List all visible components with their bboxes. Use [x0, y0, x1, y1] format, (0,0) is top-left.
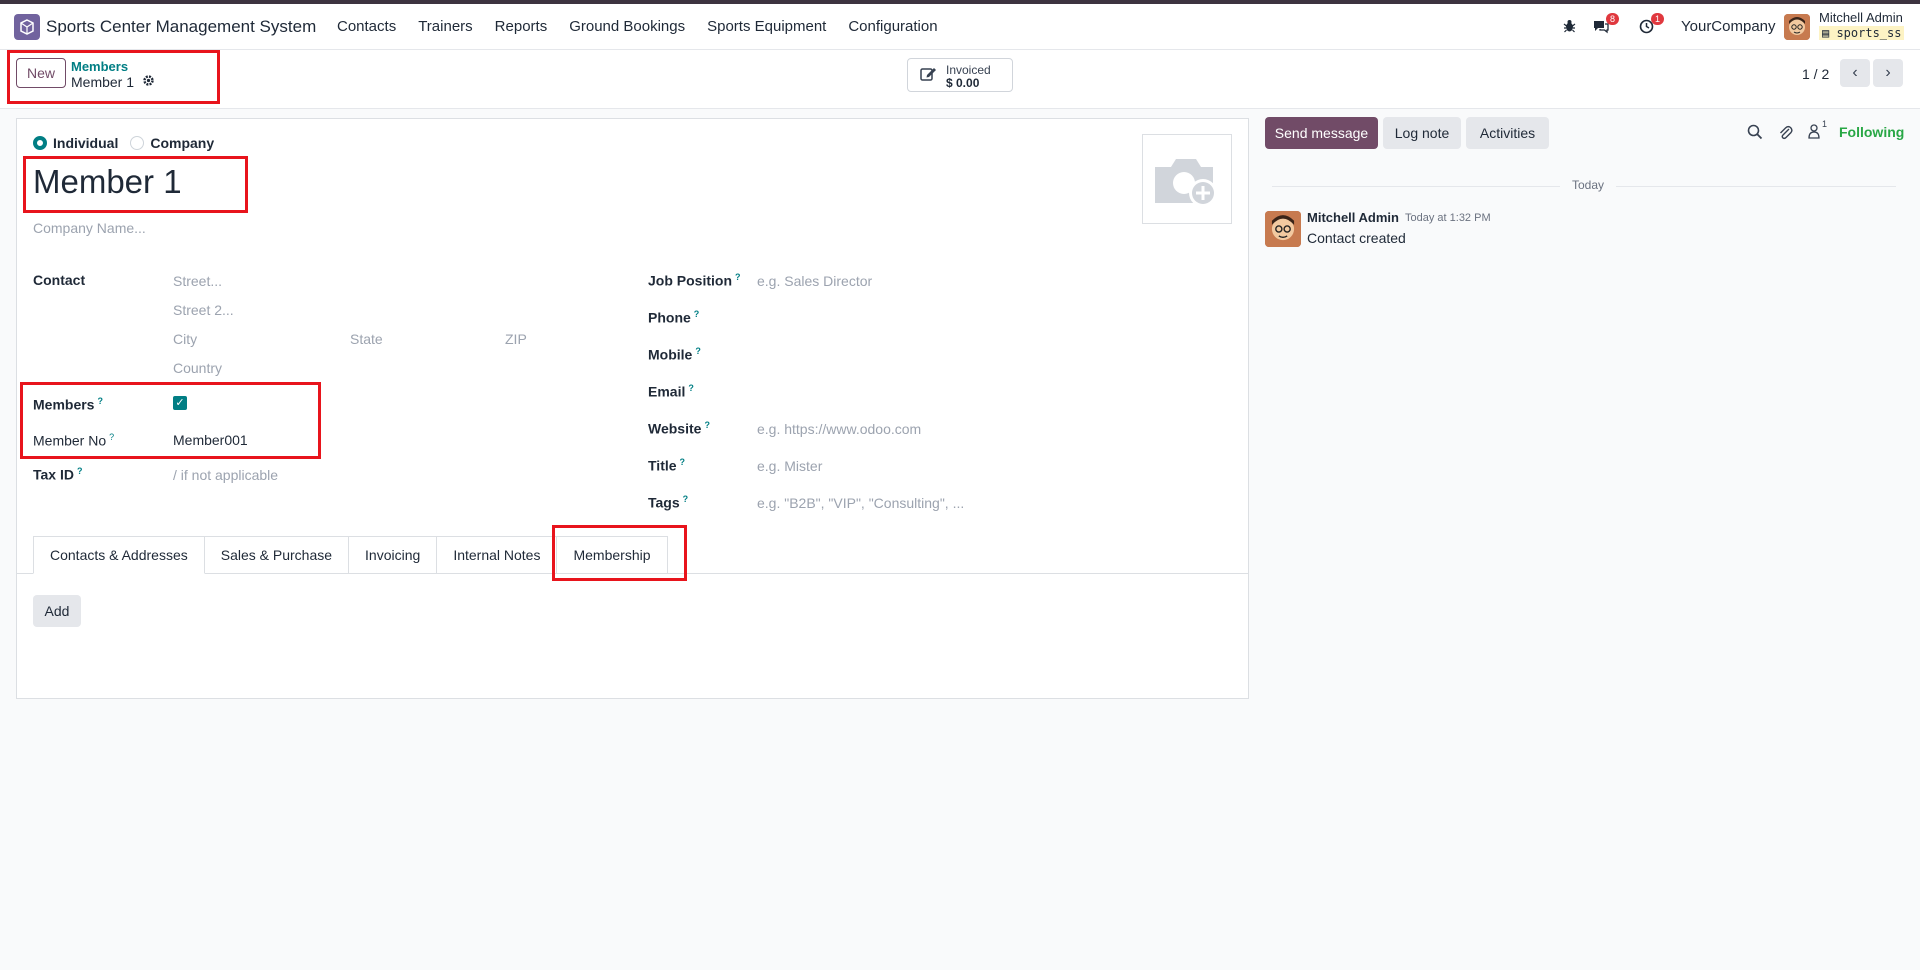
messages-icon[interactable]: 8	[1592, 13, 1620, 37]
country-select[interactable]: Country	[173, 360, 222, 376]
company-switcher[interactable]: YourCompany	[1681, 18, 1776, 35]
database-label: sports_ss	[1836, 26, 1902, 40]
pencil-square-icon	[920, 66, 938, 86]
tax-id-input[interactable]: / if not applicable	[173, 467, 278, 483]
help-icon[interactable]: ?	[680, 457, 686, 467]
menu-item-sports-equipment[interactable]: Sports Equipment	[707, 18, 826, 35]
message-author[interactable]: Mitchell Admin	[1307, 210, 1399, 225]
website-label-text: Website	[648, 420, 702, 437]
company-name-field[interactable]: Company Name...	[33, 220, 146, 236]
menu-item-configuration[interactable]: Configuration	[848, 18, 937, 35]
user-name[interactable]: Mitchell Admin	[1819, 10, 1903, 25]
chevron-left-icon: ‹	[1852, 64, 1858, 81]
add-contact-button[interactable]: Add	[33, 595, 81, 627]
help-icon[interactable]: ?	[735, 272, 741, 282]
search-icon[interactable]	[1747, 124, 1763, 144]
paperclip-icon[interactable]	[1778, 124, 1793, 144]
send-message-button[interactable]: Send message	[1265, 117, 1378, 149]
camera-plus-icon	[1155, 159, 1217, 207]
help-icon[interactable]: ?	[683, 494, 689, 504]
title-label: Title?	[648, 457, 685, 474]
highlight-membership-tab	[552, 525, 687, 581]
street-input[interactable]: Street...	[173, 273, 222, 289]
phone-label: Phone?	[648, 309, 699, 326]
pager-next-button[interactable]: ›	[1873, 59, 1903, 87]
activities-clock-icon[interactable]: 1	[1639, 13, 1665, 37]
zip-input[interactable]: ZIP	[505, 331, 527, 347]
pager-previous-button[interactable]: ‹	[1840, 59, 1870, 87]
menu-item-ground-bookings[interactable]: Ground Bookings	[569, 18, 685, 35]
menu-item-trainers[interactable]: Trainers	[418, 18, 472, 35]
tab-contacts-addresses[interactable]: Contacts & Addresses	[33, 536, 205, 574]
following-button[interactable]: Following	[1839, 124, 1904, 140]
control-panel: New Members Member 1 Invoiced $ 0.00 1 /…	[0, 50, 1920, 109]
mobile-label: Mobile?	[648, 346, 701, 363]
followers-person-icon[interactable]: 1	[1808, 119, 1827, 143]
stat-value: $ 0.00	[946, 76, 980, 90]
job-position-label-text: Job Position	[648, 272, 732, 289]
email-label: Email?	[648, 383, 694, 400]
radio-individual-label[interactable]: Individual	[53, 135, 118, 151]
tab-sales-purchase[interactable]: Sales & Purchase	[204, 536, 350, 574]
help-icon[interactable]: ?	[694, 309, 700, 319]
app-icon[interactable]	[14, 14, 40, 40]
email-label-text: Email	[648, 383, 686, 400]
app-name[interactable]: Sports Center Management System	[46, 17, 316, 37]
menu-item-reports[interactable]: Reports	[495, 18, 548, 35]
job-position-input[interactable]: e.g. Sales Director	[757, 273, 872, 289]
tax-id-label: Tax ID?	[33, 466, 82, 483]
title-select[interactable]: e.g. Mister	[757, 458, 822, 474]
tags-label: Tags?	[648, 494, 688, 511]
tab-invoicing[interactable]: Invoicing	[349, 536, 438, 574]
log-note-button[interactable]: Log note	[1383, 117, 1461, 149]
company-type-radio: Individual Company	[33, 135, 226, 151]
pager-value[interactable]: 1 / 2	[1802, 66, 1829, 82]
radio-individual[interactable]	[33, 136, 47, 150]
street2-input[interactable]: Street 2...	[173, 302, 234, 318]
message-time: Today at 1:32 PM	[1405, 212, 1491, 224]
radio-company-label[interactable]: Company	[150, 135, 214, 151]
phone-label-text: Phone	[648, 309, 691, 326]
menu-item-contacts[interactable]: Contacts	[337, 18, 396, 35]
debug-bug-icon[interactable]	[1563, 19, 1576, 36]
invoiced-stat-button[interactable]: Invoiced $ 0.00	[907, 58, 1013, 92]
message-author-avatar[interactable]	[1265, 211, 1301, 247]
database-name: ▤ sports_ss	[1819, 26, 1905, 40]
followers-count: 1	[1822, 119, 1828, 129]
help-icon[interactable]: ?	[77, 466, 83, 476]
activities-button[interactable]: Activities	[1466, 117, 1549, 149]
contact-label: Contact	[33, 272, 86, 288]
title-label-text: Title	[648, 457, 677, 474]
website-label: Website?	[648, 420, 710, 437]
user-avatar[interactable]	[1784, 14, 1810, 40]
city-input[interactable]: City	[173, 331, 197, 347]
tags-input[interactable]: e.g. "B2B", "VIP", "Consulting", ...	[757, 495, 964, 511]
radio-company[interactable]	[130, 136, 145, 150]
help-icon[interactable]: ?	[695, 346, 701, 356]
help-icon[interactable]: ?	[704, 420, 710, 430]
activities-badge: 1	[1651, 13, 1665, 25]
navbar: Sports Center Management System Contacts…	[0, 4, 1920, 50]
mobile-label-text: Mobile	[648, 346, 693, 363]
website-input[interactable]: e.g. https://www.odoo.com	[757, 421, 921, 437]
chevron-right-icon: ›	[1885, 64, 1891, 81]
stat-label: Invoiced	[946, 63, 991, 77]
highlight-members	[20, 382, 321, 459]
database-icon: ▤	[1822, 26, 1837, 40]
image-upload[interactable]	[1142, 134, 1232, 224]
main-menu: Contacts Trainers Reports Ground Booking…	[337, 18, 960, 35]
highlight-name	[23, 156, 248, 213]
date-separator: Today	[1560, 178, 1617, 192]
help-icon[interactable]: ?	[688, 383, 694, 393]
state-select[interactable]: State	[350, 331, 383, 347]
tab-internal-notes[interactable]: Internal Notes	[437, 536, 558, 574]
message-body: Contact created	[1307, 230, 1406, 246]
highlight-breadcrumb	[7, 50, 220, 104]
job-position-label: Job Position?	[648, 272, 741, 289]
tags-label-text: Tags	[648, 494, 680, 511]
tax-id-label-text: Tax ID	[33, 466, 74, 483]
messages-badge: 8	[1606, 13, 1620, 25]
